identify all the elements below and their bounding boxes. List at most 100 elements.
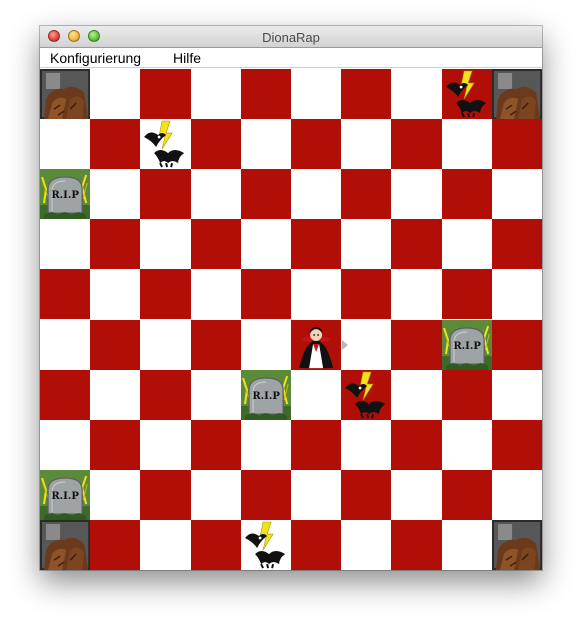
board-cell[interactable] [40, 119, 91, 170]
board-cell[interactable] [441, 69, 492, 120]
board-cell[interactable] [140, 219, 191, 270]
board-cell[interactable] [441, 369, 492, 420]
board-cell[interactable] [40, 519, 91, 570]
board-cell[interactable] [291, 369, 342, 420]
board-cell[interactable] [291, 419, 342, 470]
board-cell[interactable] [90, 369, 141, 420]
board-cell[interactable] [391, 119, 442, 170]
board-cell[interactable] [40, 319, 91, 370]
board-cell[interactable] [140, 469, 191, 520]
board-cell[interactable] [441, 119, 492, 170]
board-cell[interactable] [90, 419, 141, 470]
board-cell[interactable] [240, 219, 291, 270]
board-cell[interactable] [140, 519, 191, 570]
board-cell[interactable] [190, 469, 241, 520]
board-cell[interactable] [240, 169, 291, 220]
board-cell[interactable] [90, 519, 141, 570]
board-cell[interactable] [341, 369, 392, 420]
board-cell[interactable] [190, 319, 241, 370]
board-cell[interactable] [341, 119, 392, 170]
board-cell[interactable] [90, 319, 141, 370]
board-cell[interactable] [190, 269, 241, 320]
board-cell[interactable] [90, 119, 141, 170]
board-cell[interactable] [190, 219, 241, 270]
board-cell[interactable] [491, 369, 542, 420]
board-cell[interactable] [90, 469, 141, 520]
board-cell[interactable] [341, 169, 392, 220]
board-cell[interactable] [441, 169, 492, 220]
board-cell[interactable] [90, 69, 141, 120]
board-cell[interactable] [291, 169, 342, 220]
board-cell[interactable] [341, 269, 392, 320]
board-cell[interactable] [391, 169, 442, 220]
board-cell[interactable] [391, 69, 442, 120]
board-cell[interactable] [391, 369, 442, 420]
board-cell[interactable] [341, 519, 392, 570]
board-cell[interactable] [140, 69, 191, 120]
board-cell[interactable] [341, 69, 392, 120]
board-cell[interactable] [240, 119, 291, 170]
board-cell[interactable] [240, 269, 291, 320]
board-cell[interactable] [441, 469, 492, 520]
board-cell[interactable] [240, 419, 291, 470]
board-cell[interactable]: R.I.P [441, 319, 492, 370]
board-cell[interactable] [291, 319, 349, 370]
board-cell[interactable] [40, 269, 91, 320]
board-cell[interactable] [240, 319, 291, 370]
board-cell[interactable] [291, 469, 342, 520]
title-bar[interactable]: DionaRap [40, 26, 542, 48]
board-cell[interactable] [90, 169, 141, 220]
board-cell[interactable] [190, 369, 241, 420]
game-board[interactable]: R.I.P R.I.P R.I.P R.I.P [40, 69, 542, 570]
board-cell[interactable] [40, 219, 91, 270]
board-cell[interactable] [190, 519, 241, 570]
board-cell[interactable] [441, 219, 492, 270]
board-cell[interactable] [90, 269, 141, 320]
board-cell[interactable] [491, 469, 542, 520]
board-cell[interactable] [190, 419, 241, 470]
board-cell[interactable] [140, 119, 191, 170]
board-cell[interactable] [341, 419, 392, 470]
board-cell[interactable] [391, 419, 442, 470]
board-cell[interactable] [391, 269, 442, 320]
board-cell[interactable] [491, 319, 542, 370]
board-cell[interactable] [190, 169, 241, 220]
board-cell[interactable] [40, 69, 91, 120]
board-cell[interactable] [491, 419, 542, 470]
menu-hilfe[interactable]: Hilfe [173, 50, 201, 66]
board-cell[interactable] [40, 369, 91, 420]
board-cell[interactable] [391, 219, 442, 270]
board-cell[interactable] [491, 219, 542, 270]
board-cell[interactable] [341, 469, 392, 520]
board-cell[interactable] [190, 69, 241, 120]
menu-konfigurierung[interactable]: Konfigurierung [50, 50, 141, 66]
board-cell[interactable] [291, 69, 342, 120]
board-cell[interactable] [491, 269, 542, 320]
board-cell[interactable] [391, 469, 442, 520]
board-cell[interactable] [190, 119, 241, 170]
board-cell[interactable]: R.I.P [240, 369, 291, 420]
board-cell[interactable] [140, 269, 191, 320]
board-cell[interactable] [291, 119, 342, 170]
board-cell[interactable] [291, 219, 342, 270]
board-cell[interactable] [441, 419, 492, 470]
board-cell[interactable]: R.I.P [40, 469, 91, 520]
board-cell[interactable] [441, 519, 492, 570]
board-cell[interactable] [491, 169, 542, 220]
board-cell[interactable] [291, 269, 342, 320]
board-cell[interactable] [140, 169, 191, 220]
board-cell[interactable] [240, 69, 291, 120]
board-cell[interactable] [341, 319, 392, 370]
board-cell[interactable] [341, 219, 392, 270]
board-cell[interactable] [491, 69, 542, 120]
board-cell[interactable] [391, 519, 442, 570]
board-cell[interactable] [491, 519, 542, 570]
board-cell[interactable] [90, 219, 141, 270]
board-cell[interactable] [491, 119, 542, 170]
board-cell[interactable] [240, 469, 291, 520]
board-cell[interactable] [240, 519, 291, 570]
board-cell[interactable] [441, 269, 492, 320]
board-cell[interactable] [140, 319, 191, 370]
board-cell[interactable] [391, 319, 442, 370]
board-cell[interactable] [140, 419, 191, 470]
